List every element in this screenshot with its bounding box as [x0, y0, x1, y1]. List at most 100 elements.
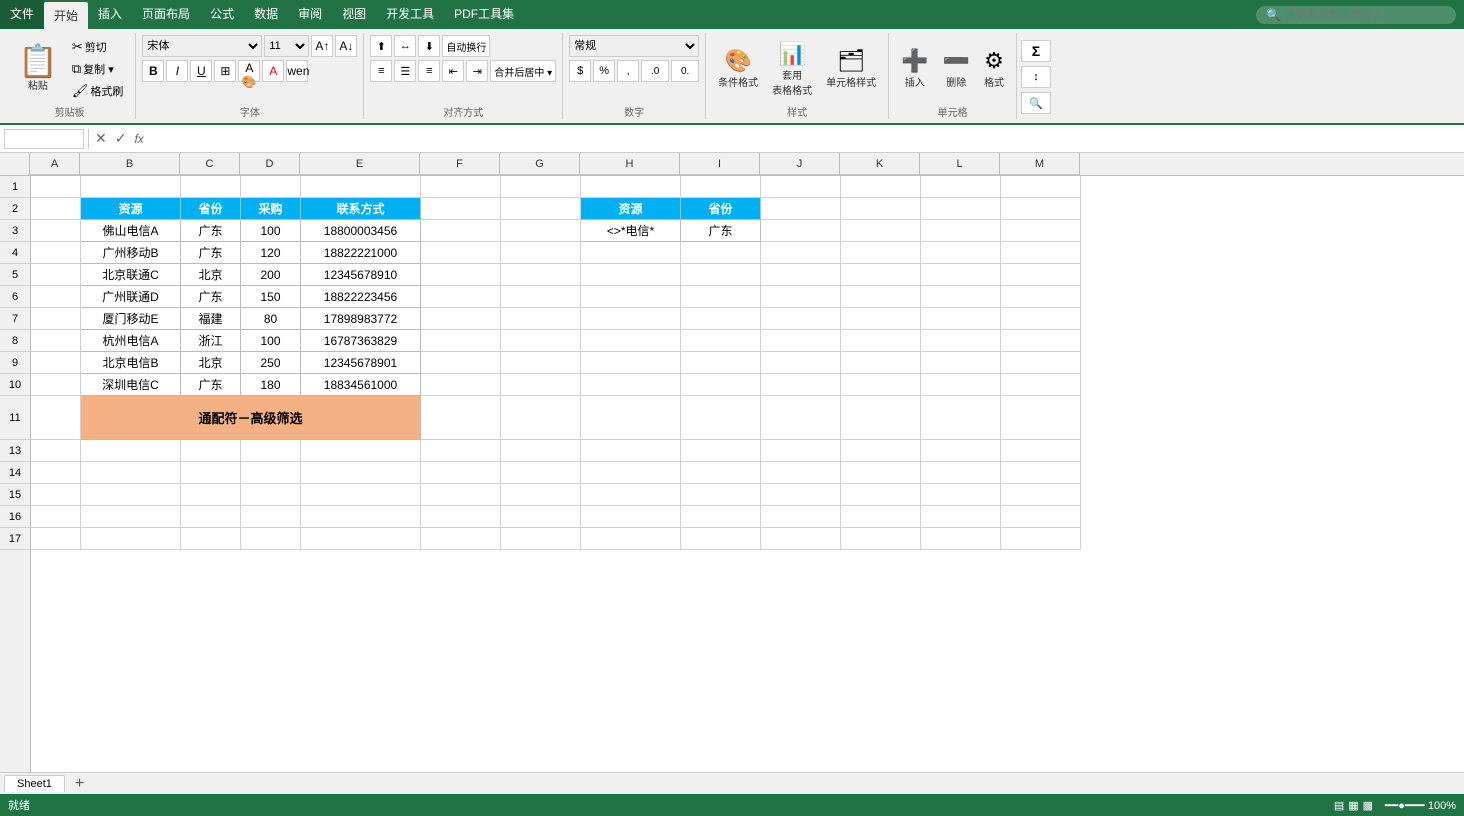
menu-item-home[interactable]: 开始: [44, 2, 88, 29]
cell-M13[interactable]: [1001, 440, 1081, 462]
col-header-B[interactable]: B: [80, 153, 180, 175]
col-header-L[interactable]: L: [920, 153, 1000, 175]
row-header-17[interactable]: 17: [0, 528, 30, 550]
cell-M5[interactable]: [1001, 264, 1081, 286]
cell-M15[interactable]: [1001, 484, 1081, 506]
cell-F8[interactable]: [421, 330, 501, 352]
cell-K5[interactable]: [841, 264, 921, 286]
cell-C7[interactable]: 福建: [181, 308, 241, 330]
cell-L7[interactable]: [921, 308, 1001, 330]
row-header-3[interactable]: 3: [0, 220, 30, 242]
cell-K17[interactable]: [841, 528, 921, 550]
cell-J5[interactable]: [761, 264, 841, 286]
cell-C2[interactable]: 省份: [181, 198, 241, 220]
cell-L15[interactable]: [921, 484, 1001, 506]
cell-F14[interactable]: [421, 462, 501, 484]
cell-L13[interactable]: [921, 440, 1001, 462]
cell-L5[interactable]: [921, 264, 1001, 286]
cancel-formula-icon[interactable]: ✕: [93, 128, 109, 149]
confirm-formula-icon[interactable]: ✓: [113, 128, 129, 149]
cell-D13[interactable]: [241, 440, 301, 462]
align-top-button[interactable]: ⬆: [370, 35, 392, 57]
cell-A14[interactable]: [31, 462, 81, 484]
col-header-A[interactable]: A: [30, 153, 80, 175]
cell-A5[interactable]: [31, 264, 81, 286]
cell-J15[interactable]: [761, 484, 841, 506]
cell-A15[interactable]: [31, 484, 81, 506]
row-header-9[interactable]: 9: [0, 352, 30, 374]
cut-button[interactable]: ✂剪切: [68, 37, 128, 57]
cell-A6[interactable]: [31, 286, 81, 308]
cell-A1[interactable]: [31, 176, 81, 198]
cell-footer-B11-E12[interactable]: 通配符－高级筛选: [81, 396, 421, 440]
cell-G1[interactable]: [501, 176, 581, 198]
cell-F11[interactable]: [421, 396, 501, 440]
cell-E7[interactable]: 17898983772: [301, 308, 421, 330]
cell-C8[interactable]: 浙江: [181, 330, 241, 352]
cell-D9[interactable]: 250: [241, 352, 301, 374]
col-header-C[interactable]: C: [180, 153, 240, 175]
cell-E17[interactable]: [301, 528, 421, 550]
cell-I17[interactable]: [681, 528, 761, 550]
cell-B16[interactable]: [81, 506, 181, 528]
cell-J9[interactable]: [761, 352, 841, 374]
format-painter-button[interactable]: 🖌格式刷: [68, 81, 128, 101]
cell-M11[interactable]: [1001, 396, 1081, 440]
cell-K8[interactable]: [841, 330, 921, 352]
cell-H16[interactable]: [581, 506, 681, 528]
row-header-14[interactable]: 14: [0, 462, 30, 484]
cell-L16[interactable]: [921, 506, 1001, 528]
cell-J8[interactable]: [761, 330, 841, 352]
cell-reference-input[interactable]: N14: [4, 129, 84, 149]
cell-I4[interactable]: [681, 242, 761, 264]
cell-D7[interactable]: 80: [241, 308, 301, 330]
cell-D17[interactable]: [241, 528, 301, 550]
cell-K1[interactable]: [841, 176, 921, 198]
row-header-13[interactable]: 13: [0, 440, 30, 462]
cell-I10[interactable]: [681, 374, 761, 396]
cell-M1[interactable]: [1001, 176, 1081, 198]
table-format-button[interactable]: 📊 套用 表格格式: [768, 39, 816, 99]
conditional-format-button[interactable]: 🎨 条件格式: [714, 46, 762, 91]
cell-G4[interactable]: [501, 242, 581, 264]
cell-F13[interactable]: [421, 440, 501, 462]
cell-G17[interactable]: [501, 528, 581, 550]
cell-M9[interactable]: [1001, 352, 1081, 374]
col-header-K[interactable]: K: [840, 153, 920, 175]
cell-M10[interactable]: [1001, 374, 1081, 396]
align-center-button[interactable]: ☰: [394, 60, 416, 82]
cell-E13[interactable]: [301, 440, 421, 462]
wrap-text-button[interactable]: 自动换行: [442, 35, 490, 57]
cell-E14[interactable]: [301, 462, 421, 484]
cell-D16[interactable]: [241, 506, 301, 528]
cell-K11[interactable]: [841, 396, 921, 440]
cell-J3[interactable]: [761, 220, 841, 242]
cell-C13[interactable]: [181, 440, 241, 462]
cell-F17[interactable]: [421, 528, 501, 550]
cell-C5[interactable]: 北京: [181, 264, 241, 286]
cell-K16[interactable]: [841, 506, 921, 528]
menu-item-pdf[interactable]: PDF工具集: [444, 0, 524, 29]
cell-E6[interactable]: 18822223456: [301, 286, 421, 308]
cell-H17[interactable]: [581, 528, 681, 550]
cell-F6[interactable]: [421, 286, 501, 308]
cell-I8[interactable]: [681, 330, 761, 352]
cell-J1[interactable]: [761, 176, 841, 198]
col-header-I[interactable]: I: [680, 153, 760, 175]
cell-M17[interactable]: [1001, 528, 1081, 550]
cell-A16[interactable]: [31, 506, 81, 528]
cell-H5[interactable]: [581, 264, 681, 286]
search-input[interactable]: [1285, 9, 1445, 21]
percent-button[interactable]: %: [593, 60, 615, 82]
font-name-select[interactable]: 宋体: [142, 35, 262, 57]
cell-C3[interactable]: 广东: [181, 220, 241, 242]
font-grow-button[interactable]: A↑: [311, 35, 333, 57]
cell-A13[interactable]: [31, 440, 81, 462]
row-header-6[interactable]: 6: [0, 286, 30, 308]
cell-J7[interactable]: [761, 308, 841, 330]
cell-C16[interactable]: [181, 506, 241, 528]
cell-E5[interactable]: 12345678910: [301, 264, 421, 286]
indent-decrease-button[interactable]: ⇤: [442, 60, 464, 82]
cell-B9[interactable]: 北京电信B: [81, 352, 181, 374]
cell-F9[interactable]: [421, 352, 501, 374]
